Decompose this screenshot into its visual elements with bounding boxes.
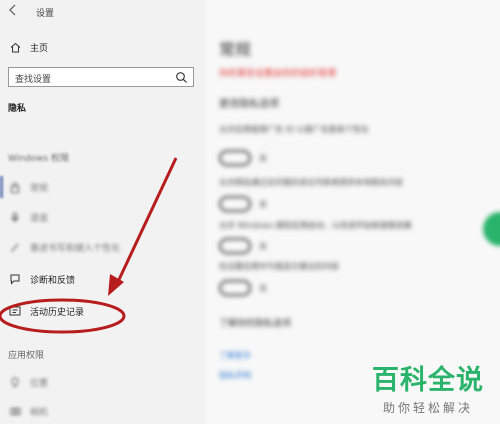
group-app-permissions: 应用权限 [8, 351, 45, 361]
group-windows-permissions: Windows 权限 [8, 154, 70, 164]
search-input[interactable]: 查找设置 [8, 67, 194, 87]
footer-title: 了解你的隐私选项 [219, 319, 292, 329]
sidebar-item-location[interactable]: 位置 [8, 373, 48, 391]
sidebar-item-label: 活动历史记录 [30, 307, 85, 318]
option-text: 在设置应用中为我显示建议的内容 [219, 262, 339, 271]
help-bubble-icon[interactable] [483, 212, 500, 246]
brand-tagline: 助你轻松解决 [382, 401, 473, 415]
toggle-switch[interactable]: 关 [219, 238, 267, 254]
sidebar-item-activity-history[interactable]: 活动历史记录 [8, 302, 84, 320]
sidebar-item-label: 相机 [30, 407, 49, 418]
selected-indicator [0, 176, 3, 198]
section-subtitle: 更改隐私选项 [219, 99, 279, 110]
history-icon [8, 304, 22, 318]
nav-home-label: 主页 [30, 43, 49, 54]
home-icon [8, 40, 22, 54]
option-text: 允许网站通过访问我的语言列表来提供本地相关内容 [219, 178, 403, 187]
nav-home[interactable]: 主页 [8, 38, 48, 56]
settings-sidebar: 设置 主页 查找设置 隐私 Windows 权限 常规 语音 墨迹书写和键入个性… [0, 0, 205, 424]
sidebar-item-camera[interactable]: 相机 [8, 402, 48, 420]
option-text: 允许应用使用广告 ID 以使广告更具个性化 [219, 125, 369, 134]
microphone-icon [8, 210, 22, 224]
sidebar-item-speech[interactable]: 语音 [8, 208, 48, 226]
sidebar-item-diagnostics[interactable]: 诊断和反馈 [8, 270, 75, 288]
sidebar-item-label: 常规 [30, 183, 49, 194]
toggle-switch[interactable]: 关 [219, 196, 267, 212]
toggle-switch[interactable]: 关 [219, 150, 267, 166]
toggle-switch[interactable]: 关 [219, 280, 267, 296]
sidebar-item-label: 墨迹书写和键入个性化 [30, 243, 121, 254]
sidebar-item-label: 诊断和反馈 [30, 275, 76, 286]
pen-icon [8, 240, 22, 254]
search-placeholder: 查找设置 [15, 75, 52, 85]
section-title-privacy: 隐私 [8, 104, 27, 114]
sidebar-item-label: 位置 [30, 378, 49, 389]
toggle-state: 关 [259, 241, 267, 251]
feedback-icon [8, 272, 22, 286]
search-icon[interactable] [175, 71, 188, 84]
toggle-state: 关 [259, 283, 267, 293]
window-title: 设置 [36, 9, 55, 19]
sidebar-item-general[interactable]: 常规 [8, 178, 48, 196]
link-privacy-statement[interactable]: 隐私声明 [219, 370, 251, 381]
lock-icon [8, 180, 22, 194]
toggle-state: 关 [259, 199, 267, 209]
brand-title: 百科全说 [372, 365, 484, 396]
sidebar-item-label: 语音 [30, 213, 49, 224]
option-text: 允许 Windows 跟踪应用启动，以改进开始和搜索结果 [219, 221, 412, 230]
page-title: 常规 [219, 40, 252, 59]
back-arrow-icon[interactable] [8, 4, 18, 16]
link-learn-more[interactable]: 了解更多 [219, 350, 251, 361]
toggle-state: 关 [259, 153, 267, 163]
org-managed-warning: 你的某些设置由你的组织管理 [219, 69, 337, 79]
location-icon [8, 375, 22, 389]
camera-icon [8, 404, 22, 418]
brand-watermark: 百科全说 助你轻松解决 [372, 358, 484, 416]
sidebar-item-inking[interactable]: 墨迹书写和键入个性化 [8, 238, 120, 256]
